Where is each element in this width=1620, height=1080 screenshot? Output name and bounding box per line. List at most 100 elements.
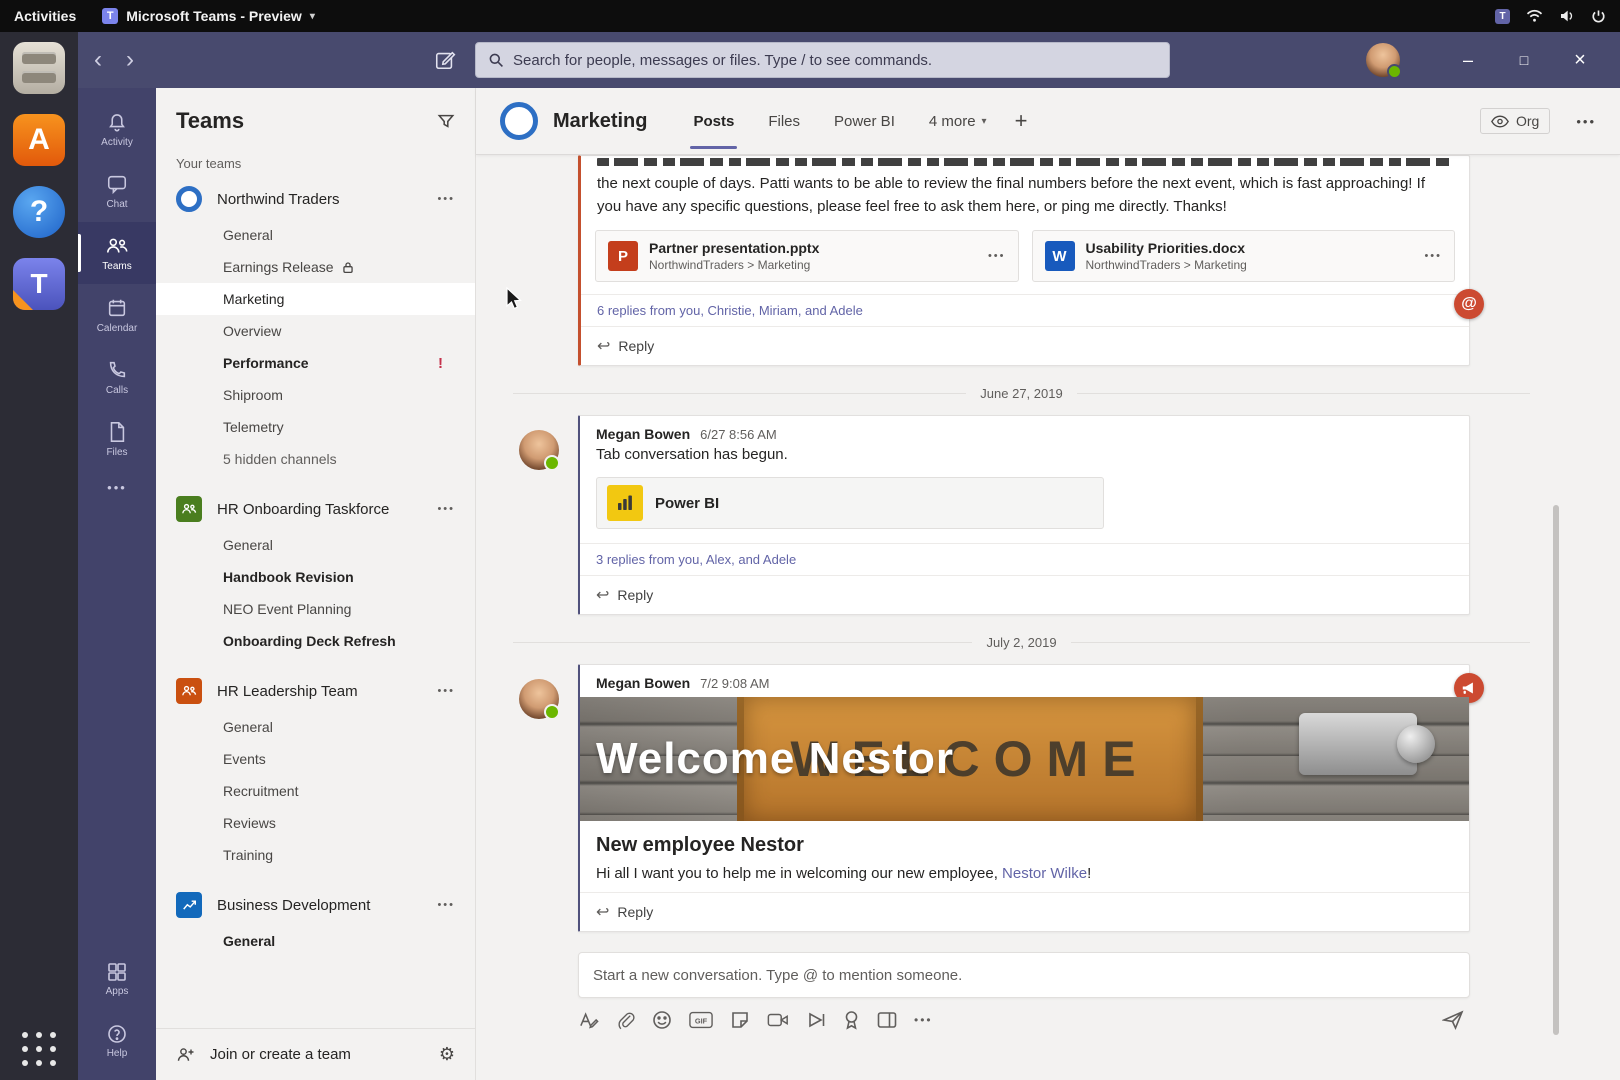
user-avatar[interactable] (1366, 43, 1400, 77)
channel-recruitment[interactable]: Recruitment (156, 775, 475, 807)
app-a-icon[interactable]: A (13, 114, 65, 166)
team-more-icon[interactable]: ••• (437, 503, 455, 515)
add-tab-button[interactable]: + (1015, 108, 1028, 134)
mention-link-nestor-wilke[interactable]: Nestor Wilke (1002, 865, 1087, 882)
power-bi-tab-card[interactable]: Power BI (596, 477, 1104, 529)
team-more-icon[interactable]: ••• (437, 685, 455, 697)
new-chat-icon[interactable] (434, 49, 456, 71)
team-business-development[interactable]: Business Development ••• (156, 885, 475, 925)
channel-marketing[interactable]: Marketing (156, 283, 475, 315)
wifi-icon[interactable] (1526, 9, 1543, 23)
rail-item-teams[interactable]: Teams (78, 222, 156, 284)
compose-input[interactable] (579, 953, 1469, 997)
sticker-icon[interactable] (730, 1010, 750, 1030)
volume-icon[interactable] (1559, 9, 1575, 23)
help-app-icon[interactable]: ? (13, 186, 65, 238)
channel-overview[interactable]: Overview (156, 315, 475, 347)
send-icon[interactable] (1442, 1010, 1464, 1030)
team-more-icon[interactable]: ••• (437, 899, 455, 911)
channel-events[interactable]: Events (156, 743, 475, 775)
tab-posts[interactable]: Posts (693, 88, 734, 154)
channel-general[interactable]: General (156, 925, 475, 957)
channel-neo-event-planning[interactable]: NEO Event Planning (156, 593, 475, 625)
reply-button[interactable]: ↩ Reply (580, 575, 1469, 614)
reply-button[interactable]: ↩ Reply (581, 326, 1469, 365)
channel-reviews[interactable]: Reviews (156, 807, 475, 839)
replies-summary[interactable]: 6 replies from you, Christie, Miriam, an… (581, 294, 1469, 326)
filter-icon[interactable] (437, 112, 455, 130)
team-northwind-traders[interactable]: Northwind Traders ••• (156, 179, 475, 219)
scrollbar[interactable] (1553, 505, 1559, 1035)
emoji-icon[interactable] (652, 1010, 672, 1030)
channel-more-icon[interactable]: ••• (1576, 114, 1596, 129)
team-more-icon[interactable]: ••• (437, 193, 455, 205)
join-or-create-button[interactable]: Join or create a team (210, 1046, 351, 1063)
compose-box[interactable] (578, 952, 1470, 998)
team-hr-leadership[interactable]: HR Leadership Team ••• (156, 671, 475, 711)
search-input[interactable] (513, 52, 1157, 69)
channel-general[interactable]: General (156, 219, 475, 251)
forward-button[interactable]: › (126, 46, 134, 74)
rail-item-chat[interactable]: Chat (78, 160, 156, 222)
metal-hinge-decoration (1299, 713, 1417, 775)
minimize-button[interactable]: – (1444, 32, 1492, 88)
channel-shiproom[interactable]: Shiproom (156, 379, 475, 411)
focused-app-menu[interactable]: T Microsoft Teams - Preview ▾ (102, 8, 315, 24)
channel-earnings-release[interactable]: Earnings Release (156, 251, 475, 283)
tab-files[interactable]: Files (768, 88, 800, 154)
rail-more-icon[interactable]: ••• (78, 470, 156, 504)
channel-onboarding-deck-refresh[interactable]: Onboarding Deck Refresh (156, 625, 475, 657)
channel-telemetry[interactable]: Telemetry (156, 411, 475, 443)
back-button[interactable]: ‹ (94, 46, 102, 74)
important-icon: ! (438, 355, 443, 372)
channel-general[interactable]: General (156, 711, 475, 743)
stream-icon[interactable] (806, 1011, 826, 1029)
org-button[interactable]: Org (1480, 108, 1550, 134)
message-july: Megan Bowen 7/2 9:08 AM WELCOME Welcome … (578, 664, 1470, 932)
tab-power-bi[interactable]: Power BI (834, 88, 895, 154)
gif-icon[interactable]: GIF (689, 1010, 713, 1030)
avatar-megan-bowen[interactable] (519, 679, 559, 719)
file-card-pptx[interactable]: P Partner presentation.pptx NorthwindTra… (595, 230, 1019, 282)
rail-item-calendar[interactable]: Calendar (78, 284, 156, 346)
avatar-megan-bowen[interactable] (519, 430, 559, 470)
search-bar[interactable] (475, 42, 1170, 78)
rail-item-files[interactable]: Files (78, 408, 156, 470)
hidden-channels-link[interactable]: 5 hidden channels (156, 443, 475, 475)
teams-dock-icon[interactable]: T (13, 258, 65, 310)
author-name[interactable]: Megan Bowen (596, 426, 690, 442)
channel-general[interactable]: General (156, 529, 475, 561)
file-more-icon[interactable]: ••• (1424, 250, 1442, 262)
channel-handbook-revision[interactable]: Handbook Revision (156, 561, 475, 593)
welcome-banner-image[interactable]: WELCOME Welcome Nestor (580, 697, 1469, 821)
rail-item-apps[interactable]: Apps (78, 948, 156, 1010)
rail-item-calls[interactable]: Calls (78, 346, 156, 408)
gear-icon[interactable]: ⚙ (439, 1044, 455, 1065)
channel-performance[interactable]: Performance ! (156, 347, 475, 379)
power-icon[interactable] (1591, 9, 1606, 24)
your-teams-label[interactable]: Your teams (156, 142, 475, 179)
show-applications-button[interactable] (22, 1032, 56, 1066)
praise-icon[interactable] (843, 1010, 860, 1030)
replies-summary[interactable]: 3 replies from you, Alex, and Adele (580, 543, 1469, 575)
tab-more[interactable]: 4 more ▾ (929, 88, 987, 154)
close-button[interactable]: × (1556, 32, 1604, 88)
at-mention-badge[interactable]: @ (1454, 289, 1484, 319)
maximize-button[interactable]: □ (1500, 32, 1548, 88)
channel-training[interactable]: Training (156, 839, 475, 871)
rail-item-help[interactable]: Help (78, 1010, 156, 1072)
author-name[interactable]: Megan Bowen (596, 675, 690, 691)
teams-tray-icon[interactable]: T (1495, 9, 1510, 24)
rail-item-activity[interactable]: Activity (78, 98, 156, 160)
compose-more-icon[interactable]: ••• (914, 1013, 933, 1027)
team-hr-onboarding[interactable]: HR Onboarding Taskforce ••• (156, 489, 475, 529)
tabs-icon[interactable] (877, 1011, 897, 1029)
files-app-icon[interactable] (13, 42, 65, 94)
reply-button[interactable]: ↩ Reply (580, 892, 1469, 931)
format-icon[interactable] (578, 1010, 599, 1030)
activities-button[interactable]: Activities (14, 8, 76, 24)
file-more-icon[interactable]: ••• (988, 250, 1006, 262)
file-card-docx[interactable]: W Usability Priorities.docx NorthwindTra… (1032, 230, 1456, 282)
attach-icon[interactable] (616, 1010, 635, 1030)
meet-now-icon[interactable] (767, 1011, 789, 1029)
